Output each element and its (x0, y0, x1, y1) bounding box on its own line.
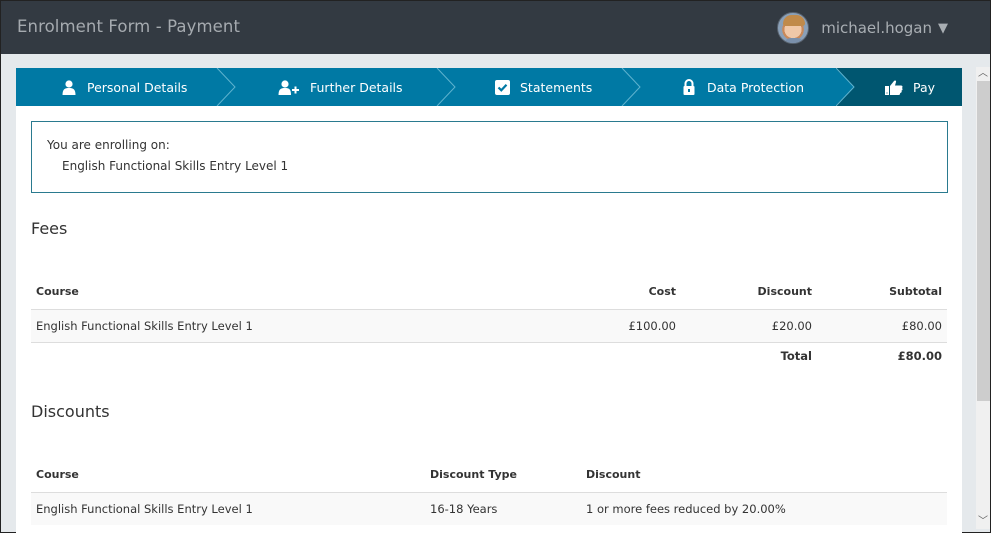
column-header-discount: Discount (586, 467, 641, 481)
enrolment-label: You are enrolling on: (47, 138, 170, 152)
fee-subtotal: £80.00 (901, 318, 942, 333)
page-title: Enrolment Form - Payment (17, 17, 241, 36)
table-row: English Functional Skills Entry Level 1 … (31, 309, 947, 342)
user-plus-icon (278, 79, 300, 95)
fees-heading: Fees (31, 219, 68, 238)
checkbox-icon (494, 79, 510, 95)
table-row: English Functional Skills Entry Level 1 … (31, 492, 947, 525)
main-panel: Personal Details Further Details Stateme… (16, 68, 962, 533)
step-statements[interactable]: Statements (436, 68, 621, 106)
avatar (777, 12, 810, 44)
step-label: Further Details (310, 79, 403, 95)
discount-description: 1 or more fees reduced by 20.00% (586, 501, 786, 516)
scroll-thumb[interactable] (977, 81, 990, 401)
scroll-up-icon[interactable]: ︿ (976, 67, 990, 81)
user-icon (61, 79, 77, 95)
column-header-discount: Discount (757, 284, 812, 298)
step-separator (835, 68, 855, 106)
step-separator (436, 68, 456, 106)
step-personal-details[interactable]: Personal Details (16, 68, 218, 106)
column-header-cost: Cost (648, 284, 676, 298)
discounts-heading: Discounts (31, 402, 110, 421)
step-label: Pay (913, 79, 936, 95)
lock-icon (681, 79, 697, 95)
step-label: Data Protection (707, 79, 805, 95)
discount-type: 16-18 Years (430, 501, 498, 516)
step-further-details[interactable]: Further Details (218, 68, 436, 106)
user-menu[interactable]: michael.hogan ▼ (777, 12, 948, 44)
column-header-course: Course (36, 467, 79, 481)
username: michael.hogan (821, 19, 932, 37)
fee-discount: £20.00 (771, 318, 812, 333)
column-header-subtotal: Subtotal (889, 284, 942, 298)
column-header-course: Course (36, 284, 79, 298)
top-bar: Enrolment Form - Payment michael.hogan ▼ (1, 1, 990, 54)
discount-course: English Functional Skills Entry Level 1 (36, 501, 253, 516)
step-data-protection[interactable]: Data Protection (621, 68, 835, 106)
total-label: Total (780, 348, 812, 363)
total-row: Total £80.00 (31, 342, 947, 369)
progress-steps: Personal Details Further Details Stateme… (16, 68, 962, 106)
discounts-table: Course Discount Type Discount English Fu… (31, 457, 947, 525)
step-label: Personal Details (87, 79, 188, 95)
column-header-discount-type: Discount Type (430, 467, 517, 481)
enrolment-course: English Functional Skills Entry Level 1 (62, 159, 289, 173)
thumbs-up-icon (885, 79, 903, 95)
fees-table: Course Cost Discount Subtotal English Fu… (31, 274, 947, 369)
total-value: £80.00 (897, 348, 942, 363)
caret-down-icon: ▼ (938, 21, 948, 36)
fee-cost: £100.00 (628, 318, 676, 333)
scroll-down-icon[interactable]: ﹀ (976, 515, 990, 529)
vertical-scrollbar[interactable]: ︿ ﹀ (976, 67, 990, 529)
fee-course: English Functional Skills Entry Level 1 (36, 318, 253, 333)
enrolment-summary: You are enrolling on: English Functional… (31, 121, 948, 193)
step-label: Statements (520, 79, 593, 95)
step-separator (216, 68, 236, 106)
step-separator (621, 68, 641, 106)
